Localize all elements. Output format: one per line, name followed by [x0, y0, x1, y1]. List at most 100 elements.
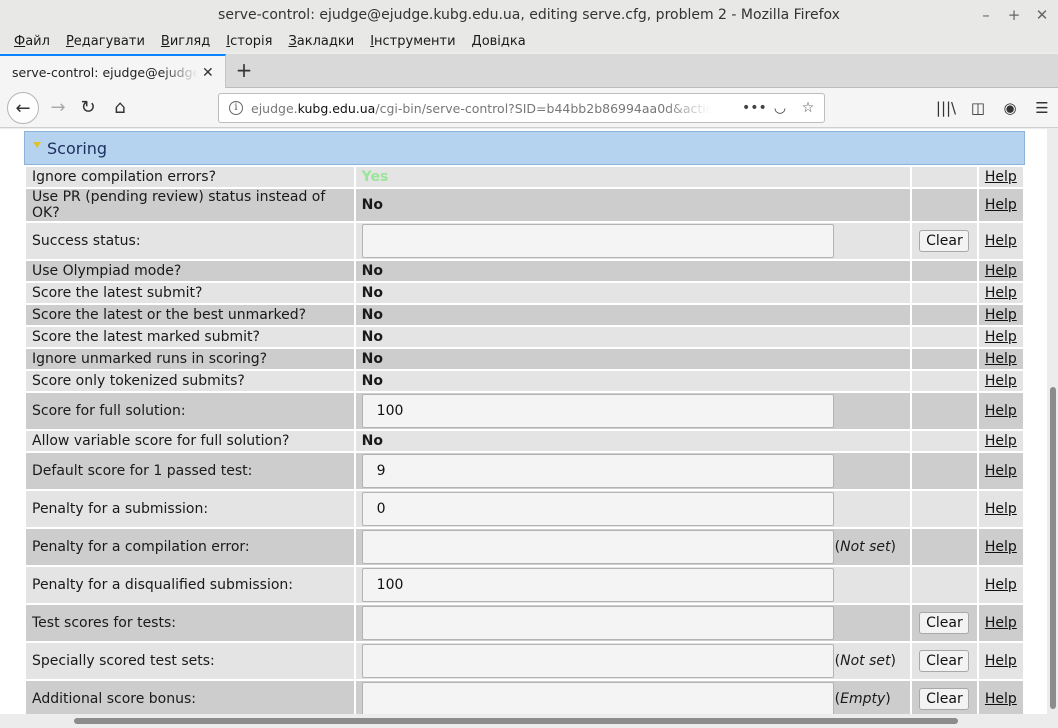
home-icon[interactable]: ⌂	[104, 92, 136, 124]
sidebar-icon[interactable]: ◫	[962, 92, 994, 124]
setting-value[interactable]: No	[362, 329, 383, 345]
scoring-settings-table: Ignore compilation errors? Yes Help Use PR …	[24, 165, 1025, 714]
setting-input[interactable]	[361, 644, 834, 678]
help-link[interactable]: Help	[985, 307, 1017, 323]
menu-tools[interactable]: Інструменти	[362, 34, 463, 49]
tab-serve-control[interactable]: serve-control: ejudge@ejudge.kubg.edu.ua…	[0, 54, 226, 89]
toolbar-right: |||\ ◫ ◉ ☰	[930, 92, 1058, 124]
help-link[interactable]: Help	[985, 285, 1017, 301]
setting-input[interactable]: 100	[361, 568, 834, 602]
setting-help-cell: Help	[978, 453, 1023, 489]
url-text[interactable]: ejudge.kubg.edu.ua/cgi-bin/serve-control…	[251, 101, 711, 116]
account-icon[interactable]: ◉	[994, 92, 1026, 124]
library-icon[interactable]: |||\	[930, 92, 962, 124]
help-link[interactable]: Help	[985, 577, 1017, 593]
setting-action-cell	[912, 393, 977, 429]
clear-button[interactable]: Clear	[919, 650, 970, 672]
help-link[interactable]: Help	[985, 615, 1017, 631]
menu-bookmarks[interactable]: Закладки	[280, 34, 362, 49]
setting-row: Specially scored test sets: (Not set) Clea…	[26, 643, 1023, 679]
setting-help-cell: Help	[978, 327, 1023, 347]
setting-value[interactable]: No	[362, 285, 383, 301]
setting-input[interactable]	[361, 682, 834, 714]
help-link[interactable]: Help	[985, 169, 1017, 185]
menu-view[interactable]: Вигляд	[153, 34, 218, 49]
setting-input[interactable]	[361, 224, 834, 258]
help-link[interactable]: Help	[985, 197, 1017, 213]
reload-icon[interactable]: ↻	[72, 92, 104, 124]
clear-button[interactable]: Clear	[919, 612, 970, 634]
setting-value-cell: 0	[355, 491, 911, 527]
setting-value[interactable]: No	[362, 351, 383, 367]
clear-button[interactable]: Clear	[919, 688, 970, 710]
forward-icon[interactable]: →	[42, 92, 74, 124]
help-link[interactable]: Help	[985, 233, 1017, 249]
menu-file[interactable]: Файл	[6, 34, 58, 49]
url-bar[interactable]: i ejudge.kubg.edu.ua/cgi-bin/serve-contr…	[218, 93, 825, 123]
setting-input[interactable]: 0	[361, 492, 834, 526]
setting-row: Ignore unmarked runs in scoring? No Help	[26, 349, 1023, 369]
help-link[interactable]: Help	[985, 463, 1017, 479]
setting-value[interactable]: Yes	[362, 169, 389, 185]
help-link[interactable]: Help	[985, 433, 1017, 449]
setting-input[interactable]	[361, 606, 834, 640]
horizontal-scrollbar[interactable]	[0, 714, 1047, 728]
tab-title: serve-control: ejudge@ejudge.kubg.edu.ua	[12, 65, 198, 80]
new-tab-icon[interactable]: +	[232, 59, 256, 83]
help-link[interactable]: Help	[985, 653, 1017, 669]
clear-button[interactable]: Clear	[919, 230, 970, 252]
minimize-icon[interactable]: –	[978, 0, 994, 30]
close-tab-icon[interactable]: ✕	[202, 65, 214, 81]
setting-input[interactable]	[361, 530, 834, 564]
help-link[interactable]: Help	[985, 373, 1017, 389]
hamburger-menu-icon[interactable]: ☰	[1026, 92, 1058, 124]
setting-help-cell: Help	[978, 681, 1023, 714]
info-icon[interactable]: i	[229, 101, 243, 115]
setting-input[interactable]: 9	[361, 454, 834, 488]
setting-value[interactable]: No	[362, 307, 383, 323]
setting-label: Use PR (pending review) status instead o…	[26, 189, 354, 221]
collapse-triangle-icon[interactable]	[33, 142, 41, 148]
setting-input[interactable]: 100	[361, 394, 834, 428]
setting-value-cell: (Not set)	[355, 643, 911, 679]
setting-value-cell: No	[355, 349, 911, 369]
vertical-scroll-thumb[interactable]	[1050, 387, 1056, 709]
help-link[interactable]: Help	[985, 539, 1017, 555]
setting-value-cell: No	[355, 431, 911, 451]
setting-help-cell: Help	[978, 643, 1023, 679]
setting-value-cell	[355, 223, 911, 259]
help-link[interactable]: Help	[985, 263, 1017, 279]
setting-label: Allow variable score for full solution?	[26, 431, 354, 451]
setting-value[interactable]: No	[362, 433, 383, 449]
vertical-scrollbar[interactable]	[1047, 129, 1058, 714]
maximize-icon[interactable]: +	[1006, 0, 1022, 30]
bookmark-star-icon[interactable]: ☆	[798, 100, 818, 116]
setting-value[interactable]: No	[362, 373, 383, 389]
setting-help-cell: Help	[978, 605, 1023, 641]
setting-label: Penalty for a disqualified submission:	[26, 567, 354, 603]
close-window-icon[interactable]: ✕	[1034, 0, 1050, 30]
setting-value[interactable]: No	[362, 197, 383, 213]
setting-row: Allow variable score for full solution? N…	[26, 431, 1023, 451]
help-link[interactable]: Help	[985, 691, 1017, 707]
help-link[interactable]: Help	[985, 329, 1017, 345]
setting-row: Use Olympiad mode? No Help	[26, 261, 1023, 281]
horizontal-scroll-thumb[interactable]	[74, 718, 958, 724]
help-link[interactable]: Help	[985, 351, 1017, 367]
help-link[interactable]: Help	[985, 501, 1017, 517]
page-actions-icon[interactable]: •••	[742, 100, 767, 116]
help-link[interactable]: Help	[985, 403, 1017, 419]
setting-value[interactable]: No	[362, 263, 383, 279]
setting-action-cell	[912, 453, 977, 489]
setting-value-cell: No	[355, 305, 911, 325]
menu-help[interactable]: Довідка	[464, 34, 534, 49]
setting-label: Score for full solution:	[26, 393, 354, 429]
back-icon[interactable]: ←	[7, 92, 39, 124]
pocket-icon[interactable]: ◡	[770, 100, 790, 116]
setting-label: Ignore compilation errors?	[26, 167, 354, 187]
setting-help-cell: Help	[978, 283, 1023, 303]
section-header-scoring[interactable]: Scoring	[24, 131, 1025, 165]
menu-history[interactable]: Історія	[218, 34, 280, 49]
menu-edit[interactable]: Редагувати	[58, 34, 153, 49]
setting-action-cell	[912, 261, 977, 281]
